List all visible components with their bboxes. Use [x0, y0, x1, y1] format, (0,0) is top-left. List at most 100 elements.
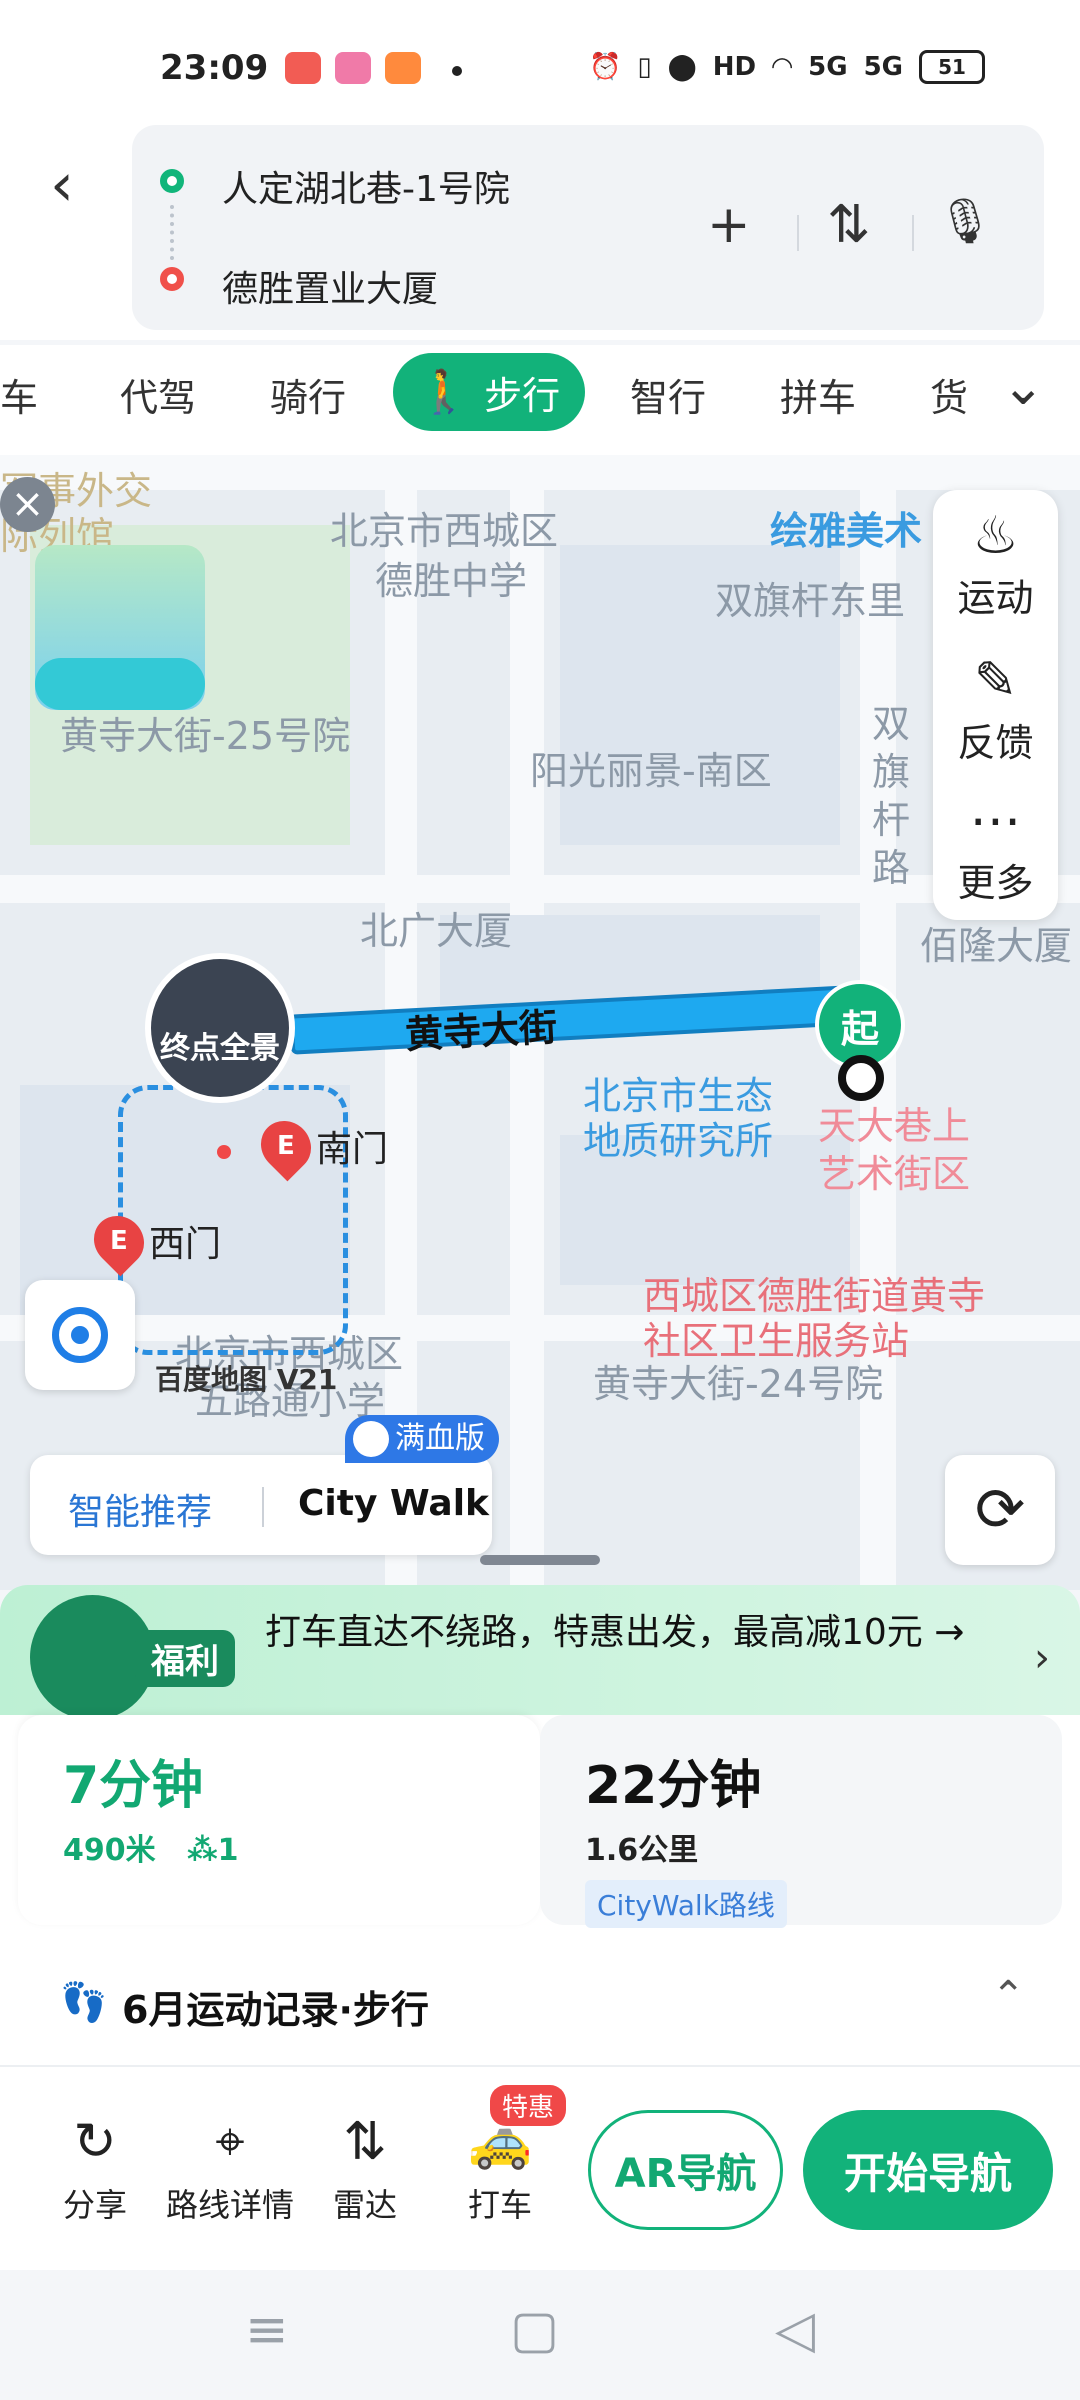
- gate-pin-icon: E: [250, 1110, 322, 1182]
- system-navigation-bar: ≡ ▢ ◁: [0, 2270, 1080, 2400]
- tab-carpool[interactable]: 拼车: [780, 367, 856, 422]
- game-icon: [385, 52, 421, 84]
- end-pin-icon: [160, 267, 184, 291]
- tab-car[interactable]: 车: [0, 367, 38, 422]
- distance-value: 490米: [63, 1833, 156, 1868]
- add-stop-button[interactable]: +: [707, 195, 751, 255]
- panorama-label: 终点全景: [160, 1031, 280, 1066]
- home-icon[interactable]: ▢: [510, 2300, 559, 2360]
- taxi-button[interactable]: 🚕 打车: [435, 2112, 565, 2226]
- swap-route-button[interactable]: ⇅: [827, 195, 871, 255]
- feedback-label: 反馈: [957, 721, 1034, 765]
- back-button[interactable]: ‹: [50, 150, 100, 220]
- citywalk-tag: CityWalk路线: [585, 1880, 787, 1928]
- map-label: 艺术街区: [818, 1152, 971, 1196]
- chevron-up-icon[interactable]: ⌃: [991, 1973, 1025, 2019]
- tab-driver[interactable]: 代驾: [120, 367, 196, 422]
- smart-recommend-option[interactable]: 智能推荐: [68, 1483, 212, 1535]
- radar-icon: ⇅: [343, 2112, 387, 2172]
- notification-dot: [452, 66, 462, 76]
- mascot-bar: [35, 658, 205, 710]
- notification-icons: [285, 52, 421, 84]
- feedback-button[interactable]: ✎ 反馈: [933, 650, 1058, 767]
- sport-button[interactable]: ♨ 运动: [933, 505, 1058, 622]
- map-view[interactable]: 军事外交 际列馆 北京市西城区 德胜中学 绘雅美术 双旗杆东里 黄寺大街-25号…: [0, 455, 1080, 1590]
- route-input-box: 人定湖北巷-1号院 德胜置业大厦 + ⇅ 🎙: [132, 125, 1044, 330]
- divider: [912, 215, 914, 251]
- welfare-badge: 福利: [135, 1630, 235, 1687]
- tab-bike[interactable]: 骑行: [270, 367, 346, 422]
- map-label: 德胜中学: [375, 559, 528, 603]
- promo-banner[interactable]: 福利 打车直达不绕路，特惠出发，最高减10元 → ›: [0, 1585, 1080, 1735]
- start-pin-icon: [160, 169, 184, 193]
- menu-icon[interactable]: ≡: [245, 2300, 289, 2360]
- travel-mode-tabs: 车 代驾 骑行 🚶 步行 智行 拼车 货 ⌄: [0, 345, 1080, 455]
- gate-label: 南门: [316, 1129, 389, 1170]
- share-button[interactable]: ↻ 分享: [30, 2112, 160, 2226]
- map-label: 北广大厦: [360, 909, 513, 953]
- alarm-icon: ⏰: [588, 52, 622, 82]
- close-icon[interactable]: ×: [0, 477, 55, 532]
- map-label: 北京市西城区: [330, 509, 559, 553]
- chevron-down-icon[interactable]: ⌄: [1001, 357, 1045, 417]
- route-option-1[interactable]: 7分钟 490米 ⁂1: [18, 1715, 540, 1925]
- ar-navigation-button[interactable]: AR导航: [588, 2110, 783, 2230]
- voice-input-button[interactable]: 🎙: [937, 195, 993, 247]
- taxi-label: 打车: [467, 2186, 532, 2224]
- vibrate-icon: ▯: [637, 52, 652, 82]
- map-label: 天大巷上: [818, 1104, 971, 1148]
- more-icon: ⋯: [969, 791, 1022, 851]
- destination-dot: [217, 1145, 231, 1159]
- map-label: 佰隆大厦: [920, 924, 1073, 968]
- route-connector: [170, 205, 174, 260]
- current-location-dot: [838, 1055, 884, 1101]
- locate-button[interactable]: [25, 1280, 135, 1390]
- status-bar: 23:09 ⏰ ▯ ⬤ HD ◠ 5G 5G 51: [0, 0, 1080, 120]
- map-label: 双旗杆东里: [715, 579, 906, 623]
- south-gate-marker[interactable]: E 南门: [250, 1110, 389, 1182]
- promo-text: 打车直达不绕路，特惠出发，最高减10元 →: [265, 1612, 965, 1653]
- map-label: 绘雅美术: [770, 509, 923, 553]
- bottom-action-bar: ↻ 分享 ⌖ 路线详情 ⇅ 雷达 🚕 打车 特惠 AR导航 开始导航: [0, 2065, 1080, 2270]
- radar-button[interactable]: ⇅ 雷达: [300, 2112, 430, 2226]
- tab-walk[interactable]: 🚶 步行: [393, 353, 585, 431]
- more-button[interactable]: ⋯ 更多: [933, 790, 1058, 907]
- city-walk-option[interactable]: City Walk: [298, 1483, 489, 1524]
- tab-smart[interactable]: 智行: [630, 367, 706, 422]
- walk-icon: 🚶: [417, 367, 471, 416]
- discount-badge: 特惠: [490, 2085, 567, 2126]
- tab-freight[interactable]: 货: [930, 367, 968, 422]
- route-option-2[interactable]: 22分钟 1.6公里 CityWalk路线: [540, 1715, 1062, 1928]
- gate-label: 西门: [149, 1224, 222, 1265]
- share-label: 分享: [62, 2186, 127, 2224]
- hd-icon: HD: [712, 52, 757, 82]
- map-road: [0, 875, 1080, 903]
- footprint-icon: 👣: [60, 1980, 108, 2024]
- chevron-right-icon: ›: [1034, 1635, 1050, 1681]
- mascot-card[interactable]: [35, 545, 205, 710]
- locate-icon: [52, 1307, 108, 1363]
- status-time: 23:09: [160, 48, 269, 88]
- traffic-light-count: 1: [217, 1833, 239, 1868]
- gate-pin-icon: E: [83, 1205, 155, 1277]
- route-details-button[interactable]: ⌖ 路线详情: [165, 2112, 295, 2226]
- destination-panorama-button[interactable]: 终点全景: [145, 953, 295, 1103]
- refresh-icon[interactable]: ⟳: [945, 1455, 1055, 1565]
- divider: [797, 215, 799, 251]
- wifi-icon: ◠: [772, 52, 793, 82]
- map-label: 黄寺大街-24号院: [593, 1362, 884, 1406]
- battery-icon: 51: [919, 50, 985, 84]
- status-right: ⏰ ▯ ⬤ HD ◠ 5G 5G 51: [589, 50, 985, 84]
- drag-handle[interactable]: [480, 1555, 600, 1565]
- start-navigation-button[interactable]: 开始导航: [803, 2110, 1053, 2230]
- west-gate-marker[interactable]: E 西门: [83, 1205, 222, 1277]
- end-location-field[interactable]: 德胜置业大厦: [222, 260, 438, 312]
- route-preference-card: 智能推荐 City Walk: [30, 1455, 492, 1555]
- sport-record-row[interactable]: 👣 6月运动记录·步行 ⌃: [0, 1945, 1080, 2065]
- map-label: 阳光丽景-南区: [530, 749, 772, 793]
- badge-label: 满血版: [395, 1421, 485, 1456]
- road-name-label: 黄寺大街: [404, 1005, 559, 1057]
- traffic-light-icon: ⁂: [166, 1833, 218, 1868]
- back-icon[interactable]: ◁: [775, 2300, 815, 2360]
- start-location-field[interactable]: 人定湖北巷-1号院: [222, 160, 510, 212]
